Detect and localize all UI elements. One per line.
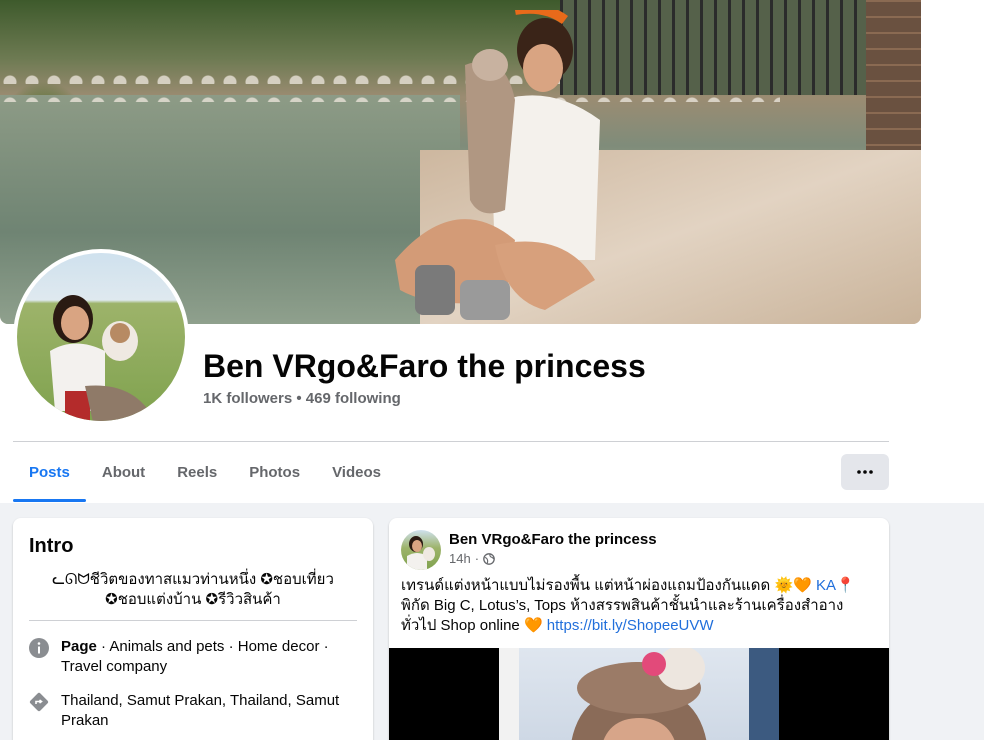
more-horizontal-icon (857, 470, 873, 474)
post-text: เทรนด์แต่งหน้าแบบไม่รองพื้น แต่หน้าผ่องแ… (401, 576, 877, 636)
following-link[interactable]: 469 following (306, 390, 401, 407)
profile-name: Ben VRgo&Faro the princess (203, 348, 646, 384)
post-header: Ben VRgo&Faro the princess 14h · (401, 530, 657, 570)
cover-wall (866, 0, 921, 160)
intro-page-row: Page · Animals and pets · Home decor · T… (29, 637, 357, 677)
post-meta-dot: · (474, 551, 480, 566)
tab-reels[interactable]: Reels (161, 450, 233, 502)
avatar-photo (50, 295, 155, 421)
post-author-avatar[interactable] (401, 530, 441, 570)
intro-location[interactable]: Thailand, Samut Prakan, Thailand, Samut … (61, 691, 357, 731)
intro-card: Intro ᓚᘏᗢชีวิตของทาสแมวท่านหนึ่ง ✪ชอบเที… (13, 518, 373, 740)
bio-line-2: ✪ชอบแต่งบ้าน ✪รีวิวสินค้า (105, 591, 281, 608)
tab-videos[interactable]: Videos (316, 450, 397, 502)
post-text-part1: เทรนด์แต่งหน้าแบบไม่รองพื้น แต่หน้าผ่องแ… (401, 577, 816, 594)
follow-stats: 1K followers • 469 following (203, 390, 401, 407)
post-card: Ben VRgo&Faro the princess 14h · เทรนด์แ… (389, 518, 889, 740)
intro-title: Intro (29, 535, 74, 557)
post-photo-content (499, 648, 779, 740)
profile-avatar[interactable] (13, 249, 189, 425)
post-author-name[interactable]: Ben VRgo&Faro the princess (449, 530, 657, 550)
tab-posts[interactable]: Posts (13, 450, 86, 502)
post-link[interactable]: https://bit.ly/ShopeeUVW (547, 617, 714, 634)
cover-person-with-cat (395, 10, 600, 320)
location-diamond-icon (29, 692, 49, 712)
intro-bio: ᓚᘏᗢชีวิตของทาสแมวท่านหนึ่ง ✪ชอบเที่ยว ✪ช… (29, 570, 357, 621)
page-categories: · Animals and pets · Home decor · Travel… (61, 638, 329, 675)
followers-link[interactable]: 1K followers (203, 390, 292, 407)
post-mention-ka[interactable]: KA (816, 577, 836, 594)
profile-header: Ben VRgo&Faro the princess 1K followers … (0, 0, 984, 503)
post-avatar-photo (407, 536, 435, 570)
profile-tabs: Posts About Reels Photos Videos (13, 450, 397, 502)
post-meta: 14h · (449, 550, 657, 568)
post-photo (499, 648, 779, 740)
header-divider (13, 441, 889, 442)
info-icon (29, 638, 49, 658)
more-options-button[interactable] (841, 454, 889, 490)
bio-line-1: ᓚᘏᗢชีวิตของทาสแมวท่านหนึ่ง ✪ชอบเที่ยว (52, 571, 334, 588)
intro-location-row: Thailand, Samut Prakan, Thailand, Samut … (29, 691, 357, 731)
post-media[interactable] (389, 648, 889, 740)
globe-icon (483, 553, 495, 565)
page-label: Page (61, 638, 97, 655)
stats-separator: • (292, 390, 306, 407)
post-time[interactable]: 14h (449, 550, 471, 568)
tab-photos[interactable]: Photos (233, 450, 316, 502)
tab-about[interactable]: About (86, 450, 161, 502)
